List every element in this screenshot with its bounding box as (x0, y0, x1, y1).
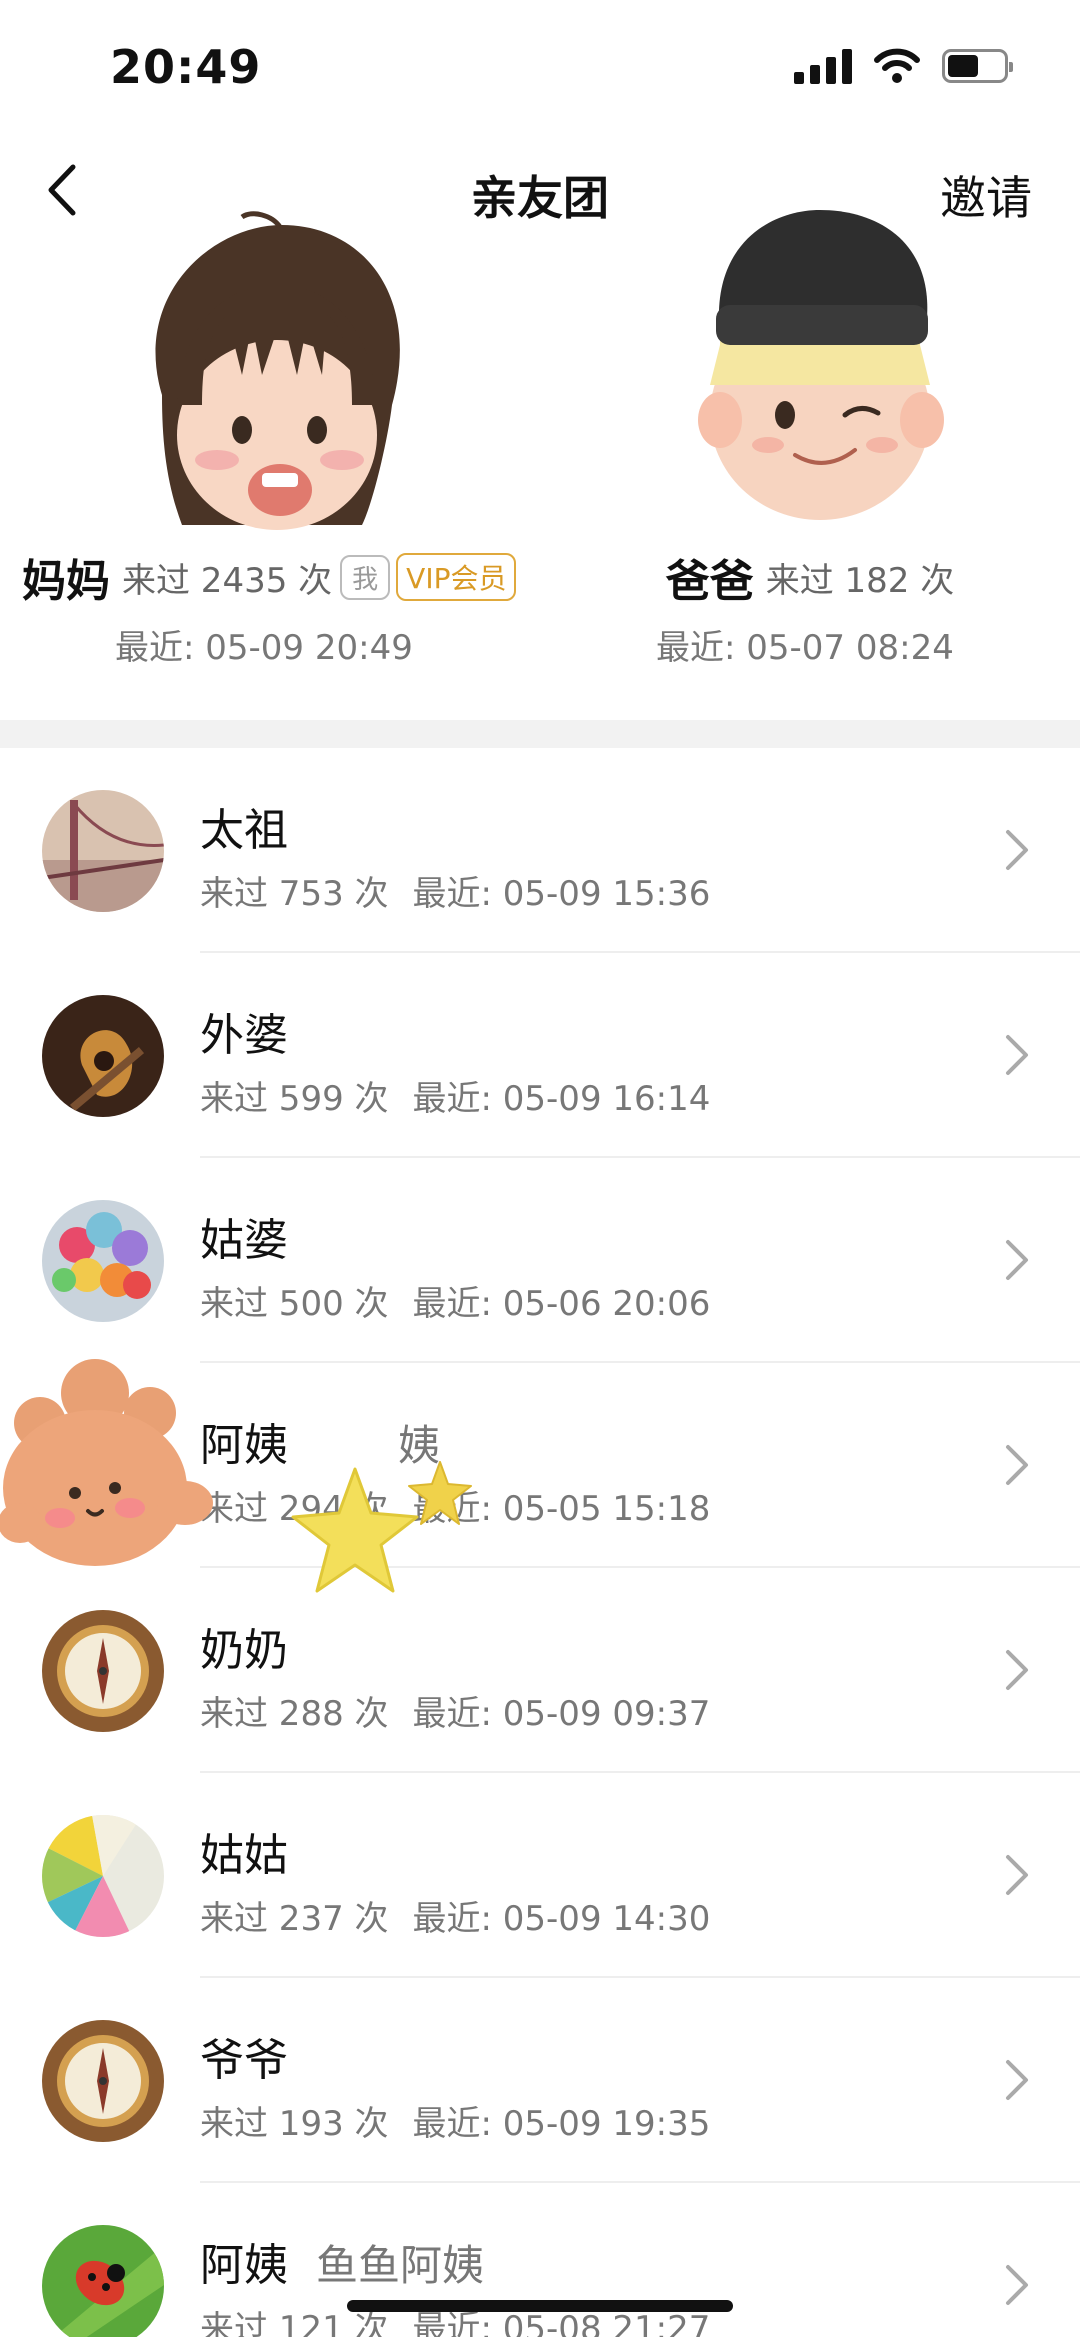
member-name: 太祖 (200, 805, 288, 856)
parent-name: 爸爸 (665, 556, 754, 607)
parent-visits: 来过 182 次 (765, 560, 955, 601)
member-recent: 最近: 05-05 15:18 (412, 1489, 711, 1529)
status-time: 20:49 (110, 40, 262, 94)
member-recent: 最近: 05-06 20:06 (412, 1284, 711, 1324)
list-item[interactable]: 姑婆 来过 500 次最近: 05-06 20:06 (0, 1158, 1080, 1363)
chevron-right-icon (1006, 830, 1028, 870)
member-nickname: 姨 (398, 1421, 441, 1470)
member-recent: 最近: 05-09 16:14 (412, 1079, 711, 1119)
member-visits: 来过 753 次 (200, 874, 389, 914)
wifi-icon (874, 48, 920, 83)
chevron-right-icon (1006, 1650, 1028, 1690)
member-nickname: 鱼鱼阿姨 (316, 2241, 485, 2290)
member-name: 外婆 (200, 1010, 288, 1061)
list-item[interactable]: 阿姨 姨 来过 294 次最近: 05-05 15:18 (0, 1359, 1080, 1593)
member-visits: 来过 599 次 (200, 1079, 389, 1119)
member-name: 阿姨 (200, 1420, 288, 1471)
member-list: 太祖 来过 753 次最近: 05-09 15:36 外婆 来过 599 次最近… (0, 748, 1080, 2337)
parent-recent: 最近: 05-09 20:49 (115, 628, 413, 668)
status-icons (794, 48, 1013, 84)
mother-avatar (155, 211, 400, 530)
mother-info-line: 妈妈 来过 2435 次 我 VIP会员 (0, 545, 540, 609)
list-item[interactable]: 奶奶 来过 288 次最近: 05-09 09:37 (0, 1568, 1080, 1773)
bear-sticker-avatar (0, 1359, 213, 1566)
me-badge: 我 (340, 554, 391, 600)
status-bar: 20:49 (0, 0, 1080, 140)
member-visits: 来过 294 次 (200, 1489, 389, 1529)
member-name: 爷爷 (200, 2035, 288, 2086)
bridge-avatar (42, 790, 164, 912)
balloons-avatar (42, 1200, 164, 1322)
member-recent: 最近: 05-09 19:35 (412, 2104, 711, 2144)
father-info-line: 爸爸 来过 182 次 (540, 545, 1080, 609)
parent-name: 妈妈 (22, 556, 110, 607)
member-name: 姑姑 (200, 1830, 288, 1881)
vip-badge[interactable]: VIP会员 (396, 553, 517, 601)
list-item[interactable]: 爷爷 来过 193 次最近: 05-09 19:35 (0, 1978, 1080, 2183)
list-item[interactable]: 外婆 来过 599 次最近: 05-09 16:14 (0, 953, 1080, 1158)
chevron-right-icon (1006, 1445, 1028, 1485)
umbrella-avatar (42, 1815, 164, 1937)
parent-visits: 来过 2435 次 (122, 560, 333, 601)
list-item[interactable]: 阿姨 鱼鱼阿姨 来过 121 次最近: 05-08 21:27 (0, 2183, 1080, 2337)
member-visits: 来过 288 次 (200, 1694, 389, 1734)
chevron-right-icon (1006, 1240, 1028, 1280)
member-name: 奶奶 (200, 1625, 288, 1676)
parent-card-mother[interactable]: 妈妈 来过 2435 次 我 VIP会员 最近: 05-09 20:49 (0, 205, 540, 675)
member-recent: 最近: 05-09 14:30 (412, 1899, 711, 1939)
cellular-signal-icon (794, 48, 852, 84)
member-name: 姑婆 (200, 1215, 288, 1266)
chevron-right-icon (1006, 2265, 1028, 2305)
member-recent: 最近: 05-09 15:36 (412, 874, 711, 914)
chevron-right-icon (1006, 1855, 1028, 1895)
guitar-avatar (42, 995, 164, 1117)
chevron-right-icon (1006, 2060, 1028, 2100)
member-visits: 来过 237 次 (200, 1899, 389, 1939)
member-visits: 来过 500 次 (200, 1284, 389, 1324)
member-recent: 最近: 05-09 09:37 (412, 1694, 711, 1734)
list-item[interactable]: 姑姑 来过 237 次最近: 05-09 14:30 (0, 1773, 1080, 1978)
parent-card-father[interactable]: 爸爸 来过 182 次 最近: 05-07 08:24 (540, 205, 1080, 675)
father-avatar (698, 210, 944, 520)
member-visits: 来过 193 次 (200, 2104, 389, 2144)
section-divider (0, 720, 1080, 748)
chevron-right-icon (1006, 1035, 1028, 1075)
compass-avatar (42, 1610, 164, 1732)
parent-recent: 最近: 05-07 08:24 (656, 628, 954, 668)
list-item[interactable]: 太祖 来过 753 次最近: 05-09 15:36 (0, 748, 1080, 953)
ladybug-avatar (42, 2225, 164, 2337)
compass-avatar (42, 2020, 164, 2142)
member-visits: 来过 121 次 (200, 2309, 389, 2337)
member-name: 阿姨 (200, 2240, 288, 2291)
home-indicator[interactable] (347, 2300, 733, 2312)
member-recent: 最近: 05-08 21:27 (412, 2309, 711, 2337)
battery-icon (942, 49, 1013, 83)
